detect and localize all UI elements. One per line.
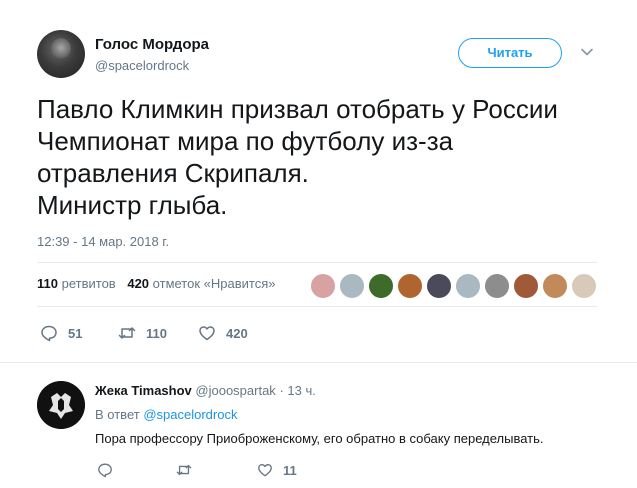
reply-author-name[interactable]: Жека Timashov	[95, 383, 192, 398]
divider	[37, 262, 597, 263]
like-count: 420	[226, 325, 248, 341]
separator-dot: ·	[279, 383, 284, 398]
reply-icon	[41, 325, 57, 342]
tweet-text-line: Министр глыба.	[37, 190, 228, 220]
reply-header: Жека Timashov @jooospartak · 13 ч.	[95, 383, 316, 398]
tweet-actions: 51 110 420	[0, 323, 637, 343]
like-button[interactable]: 420	[198, 323, 248, 343]
reply-tweet[interactable]: Жека Timashov @jooospartak · 13 ч. В отв…	[0, 363, 637, 488]
liker-avatar[interactable]	[339, 273, 365, 299]
reply-reply-button[interactable]	[97, 460, 123, 480]
retweet-button[interactable]: 110	[118, 323, 167, 343]
divider	[37, 306, 597, 307]
retweet-count: 110	[146, 325, 167, 341]
retweets-label: ретвитов	[61, 276, 116, 291]
tweet-text-line: Павло Климкин призвал отобрать у России	[37, 94, 558, 124]
chevron-down-icon[interactable]	[580, 45, 594, 59]
emblem-icon	[37, 381, 85, 429]
retweet-icon	[176, 464, 192, 476]
retweet-icon	[118, 327, 136, 339]
tweet-text-line: Чемпионат мира по футболу из-за	[37, 126, 454, 156]
heart-icon	[258, 464, 272, 477]
tweet-text-line: отравления Скрипаля.	[37, 158, 309, 188]
author-name[interactable]: Голос Мордора	[95, 36, 209, 53]
tweet-stats: 110 ретвитов 420 отметок «Нравится»	[37, 276, 275, 291]
in-reply-handle-link[interactable]: @spacelordrock	[143, 407, 237, 422]
follow-button[interactable]: Читать	[458, 38, 562, 68]
liker-avatar[interactable]	[310, 273, 336, 299]
liker-avatar[interactable]	[455, 273, 481, 299]
retweets-stat[interactable]: 110 ретвитов	[37, 276, 116, 291]
liker-avatar[interactable]	[571, 273, 597, 299]
tweet-timestamp[interactable]: 12:39 - 14 мар. 2018 г.	[37, 234, 169, 249]
author-handle[interactable]: @spacelordrock	[95, 58, 189, 73]
author-avatar[interactable]	[37, 30, 85, 78]
likes-stat[interactable]: 420 отметок «Нравится»	[127, 276, 275, 291]
likes-label: отметок «Нравится»	[152, 276, 276, 291]
main-tweet: Голос Мордора @spacelordrock Читать Павл…	[0, 0, 637, 362]
liker-avatar[interactable]	[513, 273, 539, 299]
reply-actions: 11	[0, 460, 637, 478]
reply-icon	[98, 463, 112, 478]
in-reply-prefix: В ответ	[95, 407, 140, 422]
heart-icon	[199, 326, 215, 341]
in-reply-to: В ответ @spacelordrock	[95, 407, 237, 422]
reply-author-handle[interactable]: @jooospartak	[195, 383, 275, 398]
reply-like-count: 11	[283, 462, 297, 478]
likes-count: 420	[127, 276, 150, 291]
liker-avatar[interactable]	[397, 273, 423, 299]
reply-text: Пора профессору Приоброженскому, его обр…	[95, 431, 544, 446]
liker-avatar[interactable]	[542, 273, 568, 299]
reply-count: 51	[68, 325, 83, 341]
liker-avatar[interactable]	[368, 273, 394, 299]
liker-avatar[interactable]	[484, 273, 510, 299]
retweets-count: 110	[37, 276, 58, 291]
reply-like-button[interactable]: 11	[257, 460, 297, 480]
reply-retweet-button[interactable]	[176, 460, 202, 480]
reply-author-avatar[interactable]	[37, 381, 85, 429]
tweet-text: Павло Климкин призвал отобрать у России …	[37, 93, 617, 221]
liker-avatar[interactable]	[426, 273, 452, 299]
reply-button[interactable]: 51	[40, 323, 82, 343]
reply-time[interactable]: 13 ч.	[287, 383, 315, 398]
